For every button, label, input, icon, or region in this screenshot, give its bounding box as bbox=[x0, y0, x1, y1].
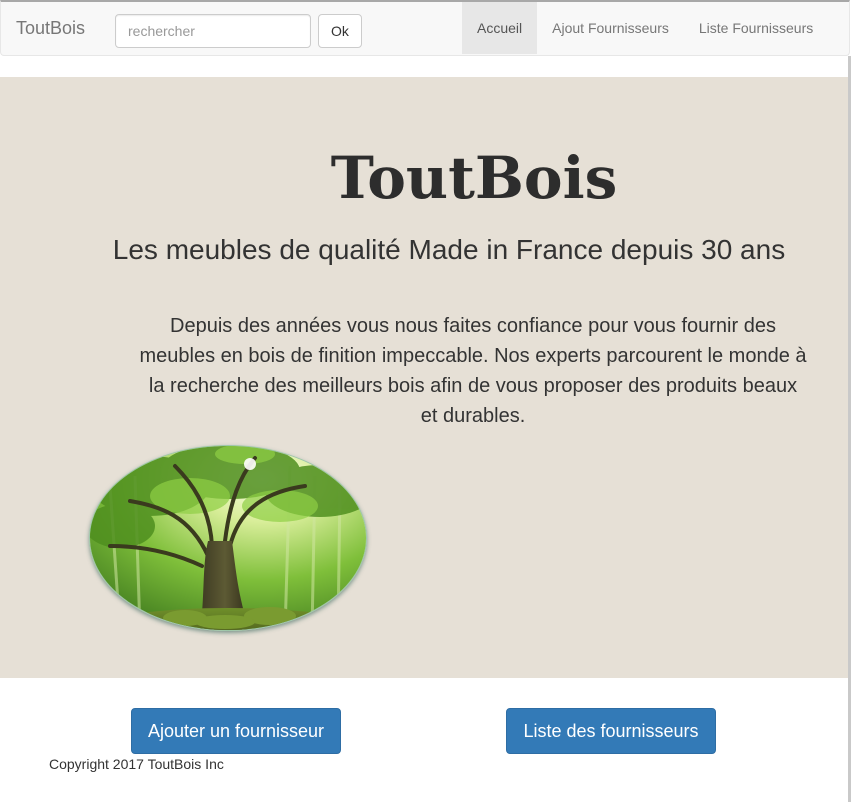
nav-item-liste-fournisseurs[interactable]: Liste Fournisseurs bbox=[684, 2, 828, 54]
hero-subtitle: Les meubles de qualité Made in France de… bbox=[112, 234, 786, 265]
search-input[interactable] bbox=[115, 14, 311, 48]
main-nav: Accueil Ajout Fournisseurs Liste Fournis… bbox=[462, 2, 828, 54]
hero-text: Depuis des années vous nous faites confi… bbox=[139, 315, 807, 427]
supplier-list-button[interactable]: Liste des fournisseurs bbox=[506, 708, 716, 754]
nav-item-accueil[interactable]: Accueil bbox=[462, 2, 538, 54]
hero-title: ToutBois bbox=[330, 144, 618, 212]
copyright-text: Copyright 2017 ToutBois Inc bbox=[49, 756, 224, 772]
forest-tree-image bbox=[89, 445, 367, 631]
add-supplier-button[interactable]: Ajouter un fournisseur bbox=[131, 708, 341, 754]
nav-item-ajout-fournisseurs[interactable]: Ajout Fournisseurs bbox=[537, 2, 684, 54]
hero-jumbotron: ToutBois Les meubles de qualité Made in … bbox=[0, 77, 848, 678]
search-ok-button[interactable]: Ok bbox=[318, 14, 362, 48]
brand-link[interactable]: ToutBois bbox=[16, 18, 85, 38]
navbar: ToutBois Ok Accueil Ajout Fournisseurs L… bbox=[0, 0, 850, 56]
